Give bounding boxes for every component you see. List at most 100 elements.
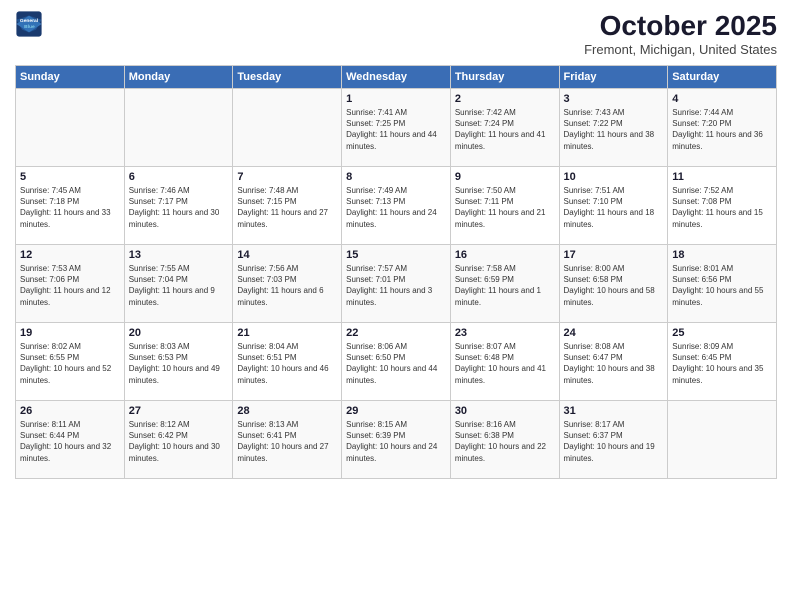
cell-info: Sunrise: 7:41 AM Sunset: 7:25 PM Dayligh…: [346, 107, 446, 152]
day-header-wednesday: Wednesday: [342, 66, 451, 89]
calendar-cell: 11 Sunrise: 7:52 AM Sunset: 7:08 PM Dayli…: [668, 167, 777, 245]
cell-info: Sunrise: 8:08 AM Sunset: 6:47 PM Dayligh…: [564, 341, 664, 386]
day-header-sunday: Sunday: [16, 66, 125, 89]
calendar-cell: 9 Sunrise: 7:50 AM Sunset: 7:11 PM Daylig…: [450, 167, 559, 245]
cell-info: Sunrise: 8:09 AM Sunset: 6:45 PM Dayligh…: [672, 341, 772, 386]
calendar-cell: [668, 401, 777, 479]
cell-info: Sunrise: 8:06 AM Sunset: 6:50 PM Dayligh…: [346, 341, 446, 386]
date-number: 12: [20, 249, 120, 261]
date-number: 27: [129, 405, 229, 417]
date-number: 16: [455, 249, 555, 261]
cell-info: Sunrise: 8:16 AM Sunset: 6:38 PM Dayligh…: [455, 419, 555, 464]
calendar-cell: 31Sunrise: 8:17 AM Sunset: 6:37 PM Dayli…: [559, 401, 668, 479]
week-row-3: 12 Sunrise: 7:53 AM Sunset: 7:06 PM Dayli…: [16, 245, 777, 323]
calendar-cell: 27 Sunrise: 8:12 AM Sunset: 6:42 PM Dayli…: [124, 401, 233, 479]
logo-icon: General Blue: [15, 10, 43, 38]
cell-info: Sunrise: 7:55 AM Sunset: 7:04 PM Dayligh…: [129, 263, 229, 308]
day-header-row: SundayMondayTuesdayWednesdayThursdayFrid…: [16, 66, 777, 89]
date-number: 29: [346, 405, 446, 417]
cell-info: Sunrise: 7:46 AM Sunset: 7:17 PM Dayligh…: [129, 185, 229, 230]
calendar-cell: 17Sunrise: 8:00 AM Sunset: 6:58 PM Dayli…: [559, 245, 668, 323]
calendar-cell: 13 Sunrise: 7:55 AM Sunset: 7:04 PM Dayli…: [124, 245, 233, 323]
date-number: 10: [564, 171, 664, 183]
cell-info: Sunrise: 8:13 AM Sunset: 6:41 PM Dayligh…: [237, 419, 337, 464]
date-number: 7: [237, 171, 337, 183]
calendar-cell: 7 Sunrise: 7:48 AM Sunset: 7:15 PM Daylig…: [233, 167, 342, 245]
cell-info: Sunrise: 8:00 AM Sunset: 6:58 PM Dayligh…: [564, 263, 664, 308]
day-header-thursday: Thursday: [450, 66, 559, 89]
date-number: 9: [455, 171, 555, 183]
week-row-2: 5 Sunrise: 7:45 AM Sunset: 7:18 PM Daylig…: [16, 167, 777, 245]
cell-info: Sunrise: 8:04 AM Sunset: 6:51 PM Dayligh…: [237, 341, 337, 386]
calendar-cell: 18Sunrise: 8:01 AM Sunset: 6:56 PM Dayli…: [668, 245, 777, 323]
cell-info: Sunrise: 7:48 AM Sunset: 7:15 PM Dayligh…: [237, 185, 337, 230]
date-number: 6: [129, 171, 229, 183]
cell-info: Sunrise: 7:42 AM Sunset: 7:24 PM Dayligh…: [455, 107, 555, 152]
calendar-cell: 1 Sunrise: 7:41 AM Sunset: 7:25 PM Daylig…: [342, 89, 451, 167]
date-number: 28: [237, 405, 337, 417]
week-row-5: 26Sunrise: 8:11 AM Sunset: 6:44 PM Dayli…: [16, 401, 777, 479]
date-number: 21: [237, 327, 337, 339]
date-number: 2: [455, 93, 555, 105]
day-header-saturday: Saturday: [668, 66, 777, 89]
main-title: October 2025: [584, 10, 777, 42]
day-header-monday: Monday: [124, 66, 233, 89]
calendar-cell: 5 Sunrise: 7:45 AM Sunset: 7:18 PM Daylig…: [16, 167, 125, 245]
date-number: 23: [455, 327, 555, 339]
calendar-cell: 2 Sunrise: 7:42 AM Sunset: 7:24 PM Daylig…: [450, 89, 559, 167]
calendar-cell: 28 Sunrise: 8:13 AM Sunset: 6:41 PM Dayli…: [233, 401, 342, 479]
date-number: 30: [455, 405, 555, 417]
cell-info: Sunrise: 7:45 AM Sunset: 7:18 PM Dayligh…: [20, 185, 120, 230]
cell-info: Sunrise: 7:53 AM Sunset: 7:06 PM Dayligh…: [20, 263, 120, 308]
cell-info: Sunrise: 7:49 AM Sunset: 7:13 PM Dayligh…: [346, 185, 446, 230]
calendar-cell: 29 Sunrise: 8:15 AM Sunset: 6:39 PM Dayli…: [342, 401, 451, 479]
calendar-cell: 25 Sunrise: 8:09 AM Sunset: 6:45 PM Dayli…: [668, 323, 777, 401]
cell-info: Sunrise: 8:15 AM Sunset: 6:39 PM Dayligh…: [346, 419, 446, 464]
date-number: 26: [20, 405, 120, 417]
subtitle: Fremont, Michigan, United States: [584, 42, 777, 57]
calendar-cell: 15Sunrise: 7:57 AM Sunset: 7:01 PM Dayli…: [342, 245, 451, 323]
page: General Blue October 2025 Fremont, Michi…: [0, 0, 792, 612]
calendar-cell: 3Sunrise: 7:43 AM Sunset: 7:22 PM Daylig…: [559, 89, 668, 167]
cell-info: Sunrise: 8:03 AM Sunset: 6:53 PM Dayligh…: [129, 341, 229, 386]
date-number: 1: [346, 93, 446, 105]
date-number: 4: [672, 93, 772, 105]
calendar-cell: 12 Sunrise: 7:53 AM Sunset: 7:06 PM Dayli…: [16, 245, 125, 323]
cell-info: Sunrise: 7:52 AM Sunset: 7:08 PM Dayligh…: [672, 185, 772, 230]
date-number: 22: [346, 327, 446, 339]
date-number: 20: [129, 327, 229, 339]
calendar-cell: 22 Sunrise: 8:06 AM Sunset: 6:50 PM Dayli…: [342, 323, 451, 401]
calendar-cell: 19Sunrise: 8:02 AM Sunset: 6:55 PM Dayli…: [16, 323, 125, 401]
calendar-cell: 16Sunrise: 7:58 AM Sunset: 6:59 PM Dayli…: [450, 245, 559, 323]
cell-info: Sunrise: 7:56 AM Sunset: 7:03 PM Dayligh…: [237, 263, 337, 308]
cell-info: Sunrise: 8:12 AM Sunset: 6:42 PM Dayligh…: [129, 419, 229, 464]
calendar-cell: 24 Sunrise: 8:08 AM Sunset: 6:47 PM Dayli…: [559, 323, 668, 401]
calendar-cell: 26Sunrise: 8:11 AM Sunset: 6:44 PM Dayli…: [16, 401, 125, 479]
logo: General Blue: [15, 10, 43, 38]
header: General Blue October 2025 Fremont, Michi…: [15, 10, 777, 57]
date-number: 19: [20, 327, 120, 339]
svg-text:General: General: [20, 18, 39, 24]
cell-info: Sunrise: 7:44 AM Sunset: 7:20 PM Dayligh…: [672, 107, 772, 152]
calendar-cell: 23 Sunrise: 8:07 AM Sunset: 6:48 PM Dayli…: [450, 323, 559, 401]
date-number: 3: [564, 93, 664, 105]
week-row-1: 1 Sunrise: 7:41 AM Sunset: 7:25 PM Daylig…: [16, 89, 777, 167]
date-number: 5: [20, 171, 120, 183]
date-number: 13: [129, 249, 229, 261]
calendar-cell: [124, 89, 233, 167]
date-number: 18: [672, 249, 772, 261]
day-header-friday: Friday: [559, 66, 668, 89]
date-number: 25: [672, 327, 772, 339]
date-number: 24: [564, 327, 664, 339]
cell-info: Sunrise: 7:51 AM Sunset: 7:10 PM Dayligh…: [564, 185, 664, 230]
cell-info: Sunrise: 8:07 AM Sunset: 6:48 PM Dayligh…: [455, 341, 555, 386]
cell-info: Sunrise: 7:50 AM Sunset: 7:11 PM Dayligh…: [455, 185, 555, 230]
date-number: 11: [672, 171, 772, 183]
calendar-cell: [16, 89, 125, 167]
svg-text:Blue: Blue: [24, 24, 35, 30]
date-number: 15: [346, 249, 446, 261]
calendar-cell: 20 Sunrise: 8:03 AM Sunset: 6:53 PM Dayli…: [124, 323, 233, 401]
calendar-table: SundayMondayTuesdayWednesdayThursdayFrid…: [15, 65, 777, 479]
day-header-tuesday: Tuesday: [233, 66, 342, 89]
calendar-cell: 21 Sunrise: 8:04 AM Sunset: 6:51 PM Dayli…: [233, 323, 342, 401]
